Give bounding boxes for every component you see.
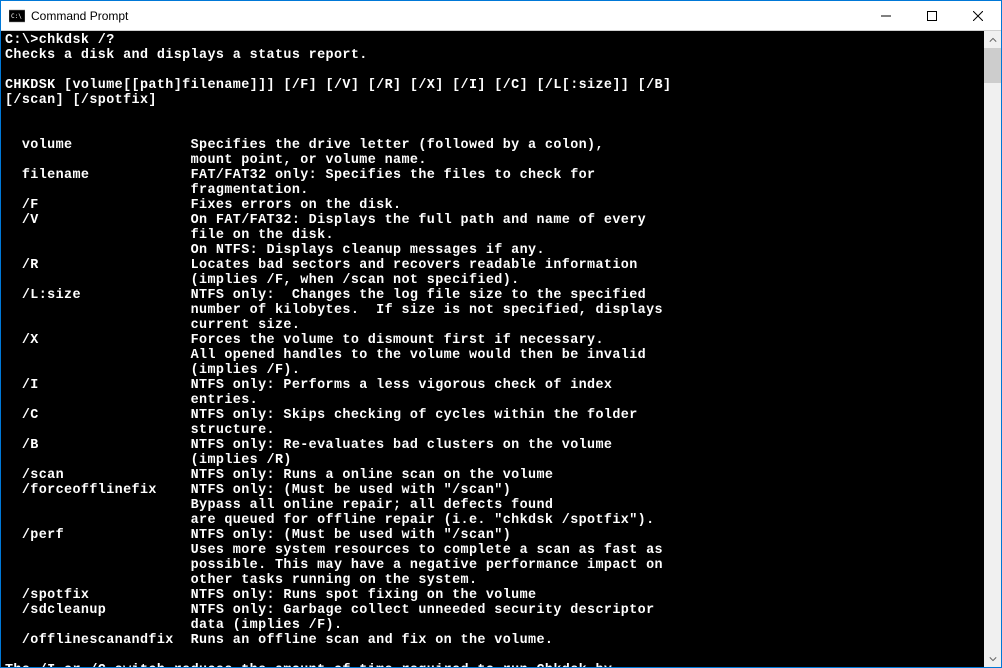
- svg-text:C:\: C:\: [11, 13, 22, 20]
- footer-line: The /I or /C switch reduces the amount o…: [5, 663, 612, 667]
- scrollbar-thumb[interactable]: [984, 48, 1001, 83]
- usage-line: CHKDSK [volume[[path]filename]]] [/F] [/…: [5, 78, 671, 93]
- app-icon: C:\: [9, 8, 25, 24]
- scroll-up-button[interactable]: [984, 31, 1001, 48]
- params-list: volume Specifies the drive letter (follo…: [5, 138, 980, 648]
- output-line: Checks a disk and displays a status repo…: [5, 48, 368, 63]
- console-area: C:\>chkdsk /?Checks a disk and displays …: [1, 31, 1001, 667]
- scrollbar-track[interactable]: [984, 48, 1001, 650]
- minimize-button[interactable]: [863, 1, 909, 30]
- window-controls: [863, 1, 1001, 30]
- typed-command: chkdsk /?: [39, 33, 115, 48]
- vertical-scrollbar[interactable]: [984, 31, 1001, 667]
- maximize-button[interactable]: [909, 1, 955, 30]
- prompt: C:\>: [5, 33, 39, 48]
- title-bar: C:\ Command Prompt: [1, 1, 1001, 31]
- window-title: Command Prompt: [31, 9, 128, 23]
- close-button[interactable]: [955, 1, 1001, 30]
- usage-line: [/scan] [/spotfix]: [5, 93, 157, 108]
- scroll-down-button[interactable]: [984, 650, 1001, 667]
- console-output[interactable]: C:\>chkdsk /?Checks a disk and displays …: [1, 31, 984, 667]
